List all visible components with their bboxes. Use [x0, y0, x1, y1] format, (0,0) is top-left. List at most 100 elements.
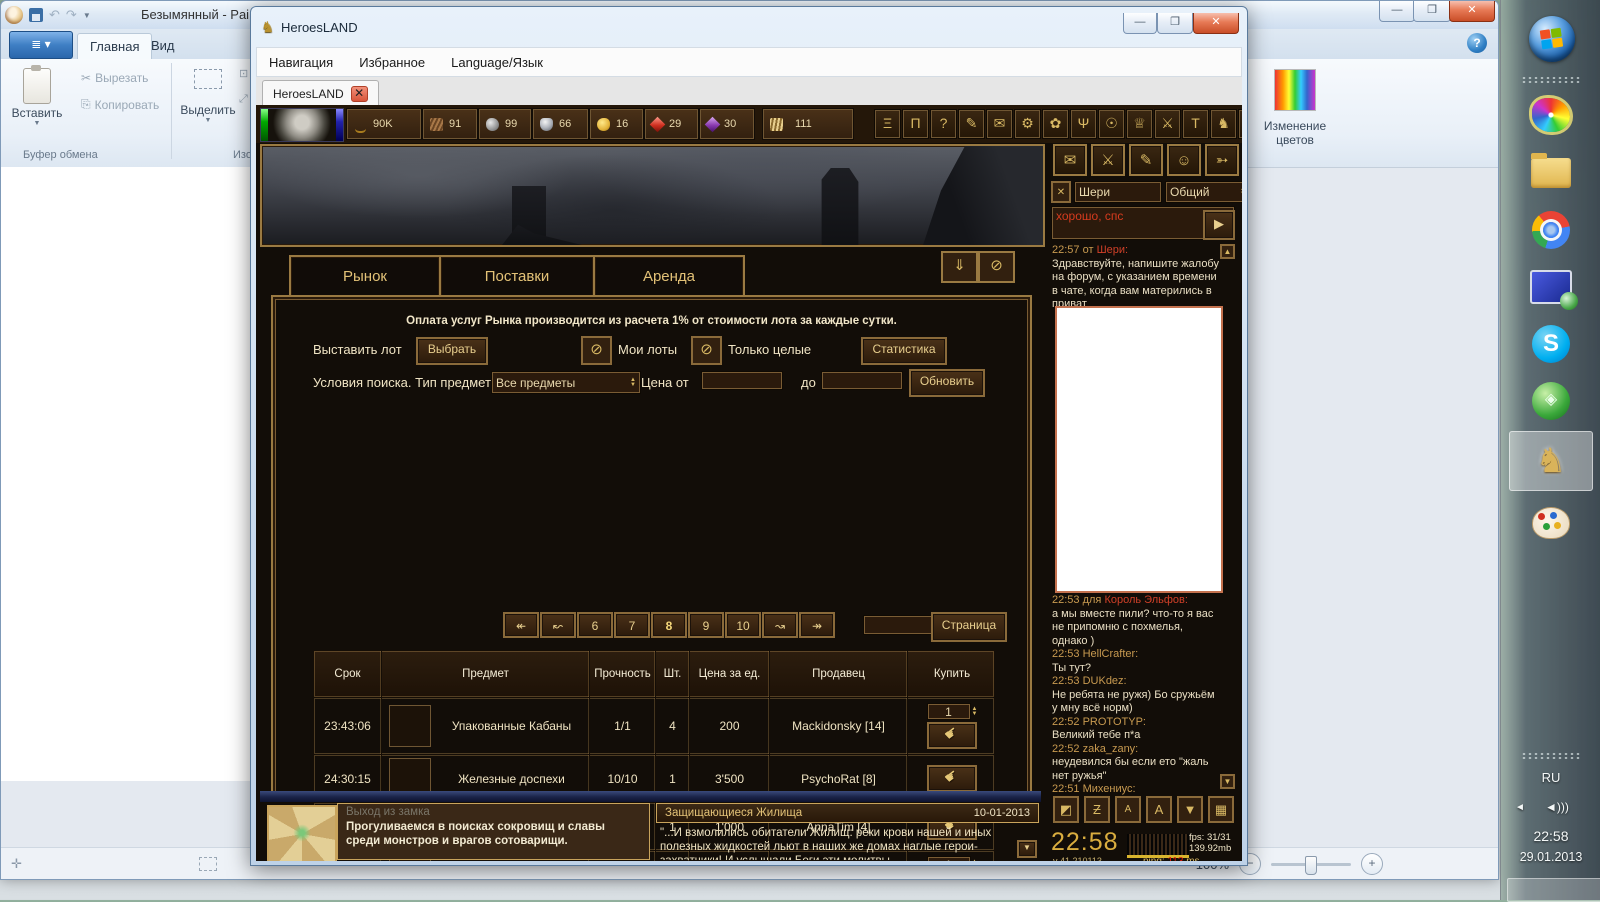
page-first-button[interactable]: ↞	[503, 612, 539, 638]
stats-button[interactable]: Статистика	[861, 337, 947, 365]
wreath-icon[interactable]: ✿	[1042, 109, 1069, 139]
game-titlebar[interactable]: ♞ HeroesLAND — ❐ ✕	[251, 7, 1247, 47]
taskbar-grip[interactable]	[1521, 76, 1581, 85]
bank-icon[interactable]: Π	[902, 109, 929, 139]
screen-mode-icon[interactable]: ▦	[1208, 796, 1234, 823]
qat-dropdown-icon[interactable]: ▼	[83, 11, 91, 20]
game-minimize-button[interactable]: —	[1123, 13, 1157, 34]
mail-icon[interactable]: ✉	[986, 109, 1013, 139]
paste-button[interactable]: Вставить ▼	[9, 63, 65, 149]
paint-maximize-button[interactable]: ❐	[1413, 1, 1451, 22]
cancel-icon[interactable]: ⊘	[978, 251, 1015, 283]
choose-button[interactable]: Выбрать	[416, 337, 488, 365]
taskbar-item-chrome[interactable]	[1509, 203, 1593, 257]
taskbar-item-skype[interactable]: S	[1509, 317, 1593, 371]
battle-chat-icon[interactable]: ⚔	[1091, 144, 1125, 176]
page-number-input[interactable]	[863, 615, 935, 635]
trophy-icon[interactable]: Ψ	[1070, 109, 1097, 139]
game-close-button[interactable]: ✕	[1193, 13, 1239, 34]
zoom-slider[interactable]	[1271, 863, 1351, 866]
paint-logo-icon[interactable]	[5, 6, 23, 24]
map-icon[interactable]	[267, 805, 337, 861]
browser-tab-heroesland[interactable]: HeroesLAND ✕	[262, 80, 379, 106]
tab-close-icon[interactable]: ✕	[351, 86, 368, 102]
page-6-button[interactable]: 6	[577, 612, 613, 638]
whole-only-toggle[interactable]: ⊘	[691, 336, 722, 365]
font-large-icon[interactable]: A	[1146, 796, 1172, 823]
cut-button[interactable]: ✂ Вырезать	[81, 71, 148, 85]
chat-scroll-down-icon[interactable]: ▼	[1220, 774, 1235, 789]
tab-market[interactable]: Рынок	[289, 255, 441, 299]
crop-icon[interactable]: ⊡	[239, 67, 248, 80]
collapse-chat-icon[interactable]: ▼	[1177, 796, 1203, 823]
medal-icon[interactable]: ☉	[1098, 109, 1125, 139]
send-button[interactable]: ▶	[1203, 210, 1235, 240]
undo-icon[interactable]: ↶	[49, 7, 60, 23]
taskbar-item-heroesland[interactable]: ♞	[1509, 431, 1593, 491]
chat-scroll-up-icon[interactable]: ▲	[1220, 244, 1235, 259]
help-icon[interactable]: ?	[930, 109, 957, 139]
page-next-button[interactable]: ↝	[762, 612, 798, 638]
menu-language[interactable]: Language/Язык	[451, 55, 543, 70]
game-maximize-button[interactable]: ❐	[1157, 13, 1193, 34]
select-button[interactable]: Выделить ▼	[179, 63, 237, 124]
buy-button[interactable]: ☛	[927, 765, 977, 792]
gear-icon[interactable]: ⚙	[1014, 109, 1041, 139]
taskbar-item-paint[interactable]	[1509, 496, 1593, 550]
news-header[interactable]: Защищающиеся Жилища 10-01-2013	[656, 803, 1039, 823]
coins-icon[interactable]: Ξ	[874, 109, 901, 139]
tray-expand-icon[interactable]: ◄	[1515, 802, 1525, 813]
page-go-button[interactable]: Страница	[931, 612, 1007, 642]
hero-portrait[interactable]	[260, 108, 344, 142]
tab-supplies[interactable]: Поставки	[439, 255, 595, 299]
tab-rent[interactable]: Аренда	[593, 255, 745, 299]
news-expand-icon[interactable]: ▼	[1017, 840, 1037, 858]
price-to-input[interactable]	[821, 371, 903, 390]
tray-grip[interactable]	[1521, 752, 1581, 761]
qty-spinner-icon[interactable]: ▲▼	[972, 707, 978, 717]
resize-icon[interactable]: ⤢	[239, 93, 248, 106]
channel-spinner-icon[interactable]: ▲▼	[1240, 187, 1242, 197]
show-desktop-button[interactable]	[1507, 878, 1600, 902]
clear-recipient-icon[interactable]: ✕	[1051, 181, 1071, 203]
volume-icon[interactable]: ◄)))	[1545, 800, 1569, 814]
weathervane-chat-icon[interactable]: ➳	[1205, 144, 1239, 176]
gate-icon[interactable]: ⌂	[1238, 109, 1242, 139]
taskbar-item-colorful-app[interactable]	[1509, 90, 1593, 140]
taskbar-item-green-app[interactable]: ◈	[1509, 374, 1593, 428]
crown-icon[interactable]: ♕	[1126, 109, 1153, 139]
select-spinner-icon[interactable]: ▲▼	[630, 378, 636, 388]
recipient-input[interactable]	[1074, 181, 1162, 203]
page-last-button[interactable]: ↠	[799, 612, 835, 638]
save-icon[interactable]	[29, 8, 43, 22]
page-10-button[interactable]: 10	[725, 612, 761, 638]
copy-button[interactable]: ⎘ Копировать	[81, 97, 159, 112]
zoom-slider-thumb[interactable]	[1305, 856, 1317, 875]
page-7-button[interactable]: 7	[614, 612, 650, 638]
paint-close-button[interactable]: ✕	[1449, 1, 1495, 22]
zoom-in-button[interactable]: +	[1361, 853, 1383, 875]
tavern-icon[interactable]: T	[1182, 109, 1209, 139]
item-icon[interactable]	[389, 705, 431, 747]
taskbar-item-remote-desktop[interactable]	[1509, 260, 1593, 314]
my-lots-toggle[interactable]: ⊘	[581, 336, 612, 365]
taskbar-item-explorer[interactable]	[1509, 146, 1593, 200]
refresh-button[interactable]: Обновить	[909, 369, 985, 397]
font-small-icon[interactable]: A	[1115, 796, 1141, 823]
start-button[interactable]	[1529, 16, 1575, 62]
clear-chat-icon[interactable]: ◩	[1053, 796, 1079, 823]
battle-icon[interactable]: ⚔	[1154, 109, 1181, 139]
menu-navigation[interactable]: Навигация	[269, 55, 333, 70]
log-scroll-icon[interactable]: Ƶ	[1084, 796, 1110, 823]
clock-time[interactable]: 22:58	[1501, 828, 1600, 844]
buy-qty-input[interactable]	[927, 703, 971, 720]
paint-minimize-button[interactable]: —	[1379, 1, 1415, 22]
page-9-button[interactable]: 9	[688, 612, 724, 638]
masks-chat-icon[interactable]: ☺	[1167, 144, 1201, 176]
notes-chat-icon[interactable]: ✎	[1129, 144, 1163, 176]
language-indicator[interactable]: RU	[1501, 770, 1600, 785]
horn-chat-icon[interactable]: ✉	[1053, 144, 1087, 176]
help-icon[interactable]: ?	[1467, 33, 1487, 53]
recolor-button[interactable]: Изменение цветов	[1253, 63, 1337, 159]
redo-icon[interactable]: ↷	[66, 7, 77, 23]
